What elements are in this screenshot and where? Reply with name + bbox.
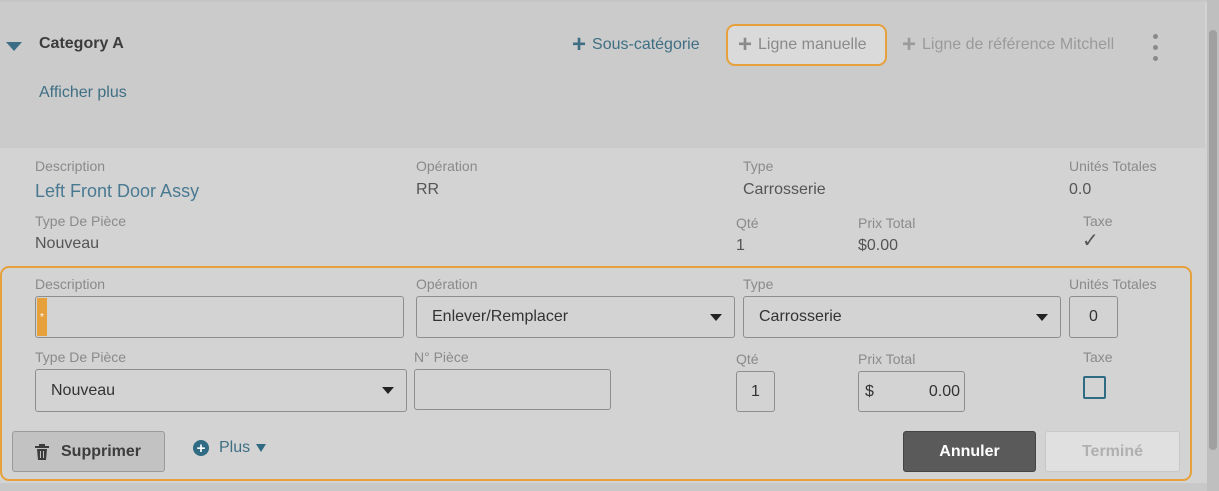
scrollbar-thumb[interactable] xyxy=(1209,30,1217,450)
type-select-value: Carrosserie xyxy=(759,308,842,325)
category-header: Category A Afficher plus + Sous-catégori… xyxy=(0,2,1205,148)
part-number-input[interactable] xyxy=(414,369,611,410)
collapse-caret-icon[interactable] xyxy=(6,42,22,51)
operation-select[interactable]: Enlever/Remplacer xyxy=(416,296,735,338)
item-operation-value: RR xyxy=(416,181,440,198)
item-type-value: Carrosserie xyxy=(743,181,826,198)
add-manual-line-button[interactable]: + Ligne manuelle xyxy=(726,24,887,66)
bottom-strip xyxy=(0,483,1207,491)
item-total-units-value: 0.0 xyxy=(1069,181,1092,198)
item-qty-value: 1 xyxy=(736,237,745,254)
trash-icon xyxy=(35,443,49,460)
item-tax-label: Taxe xyxy=(1083,213,1113,229)
tax-checkbox[interactable] xyxy=(1083,376,1106,399)
more-options-icon[interactable] xyxy=(1153,34,1159,61)
form-type-label: Type xyxy=(743,276,774,292)
more-menu-button[interactable]: + Plus xyxy=(193,436,267,460)
required-marker: * xyxy=(37,298,47,336)
item-description-label: Description xyxy=(35,158,106,174)
more-menu-label: Plus xyxy=(219,439,251,456)
currency-symbol: $ xyxy=(865,382,874,400)
plus-icon: + xyxy=(738,31,753,58)
form-total-units-label: Unités Totales xyxy=(1069,276,1157,292)
item-description-value[interactable]: Left Front Door Assy xyxy=(35,181,199,202)
line-item-row[interactable] xyxy=(0,148,1205,268)
form-qty-label: Qté xyxy=(736,351,759,367)
total-units-input[interactable]: 0 xyxy=(1069,296,1118,338)
add-subcategory-label: Sous-catégorie xyxy=(592,36,700,53)
caret-down-icon xyxy=(256,444,267,452)
chevron-down-icon xyxy=(382,387,394,394)
add-mitchell-line-label: Ligne de référence Mitchell xyxy=(922,36,1115,53)
item-type-label: Type xyxy=(743,158,774,174)
item-total-units-label: Unités Totales xyxy=(1069,158,1157,174)
total-units-input-value: 0 xyxy=(1089,308,1098,325)
category-title: Category A xyxy=(39,35,124,52)
plus-icon: + xyxy=(902,31,917,58)
total-price-input[interactable]: $ 0.00 xyxy=(858,371,965,412)
part-type-select[interactable]: Nouveau xyxy=(35,369,407,412)
add-mitchell-line-button[interactable]: + Ligne de référence Mitchell xyxy=(902,24,1114,66)
item-part-type-value: Nouveau xyxy=(35,235,100,252)
qty-input[interactable]: 1 xyxy=(736,371,775,412)
form-total-price-label: Prix Total xyxy=(858,351,916,367)
item-total-price-value: $0.00 xyxy=(858,237,899,254)
form-operation-label: Opération xyxy=(416,276,478,292)
form-part-type-label: Type De Pièce xyxy=(35,349,127,365)
description-input[interactable]: * xyxy=(35,296,404,338)
chevron-down-icon xyxy=(1036,314,1048,321)
operation-select-value: Enlever/Remplacer xyxy=(432,308,569,325)
qty-input-value: 1 xyxy=(751,382,760,400)
delete-button[interactable]: Supprimer xyxy=(12,431,165,472)
total-price-input-value: 0.00 xyxy=(928,382,960,400)
chevron-down-icon xyxy=(710,314,722,321)
form-tax-label: Taxe xyxy=(1083,349,1113,365)
plus-icon: + xyxy=(572,31,587,58)
item-operation-label: Opération xyxy=(416,158,478,174)
item-total-price-label: Prix Total xyxy=(858,215,916,231)
delete-button-label: Supprimer xyxy=(61,442,142,460)
cancel-button[interactable]: Annuler xyxy=(903,431,1036,472)
done-button[interactable]: Terminé xyxy=(1045,431,1180,472)
type-select[interactable]: Carrosserie xyxy=(743,296,1061,338)
form-part-number-label: N° Pièce xyxy=(414,349,469,365)
tax-check-icon: ✓ xyxy=(1082,230,1099,252)
item-part-type-label: Type De Pièce xyxy=(35,213,127,229)
item-qty-label: Qté xyxy=(736,215,759,231)
part-type-select-value: Nouveau xyxy=(51,381,116,399)
add-manual-line-label: Ligne manuelle xyxy=(758,36,867,53)
form-description-label: Description xyxy=(35,276,106,292)
plus-circle-icon: + xyxy=(193,440,209,456)
add-subcategory-button[interactable]: + Sous-catégorie xyxy=(572,24,700,66)
show-more-link[interactable]: Afficher plus xyxy=(39,84,127,102)
